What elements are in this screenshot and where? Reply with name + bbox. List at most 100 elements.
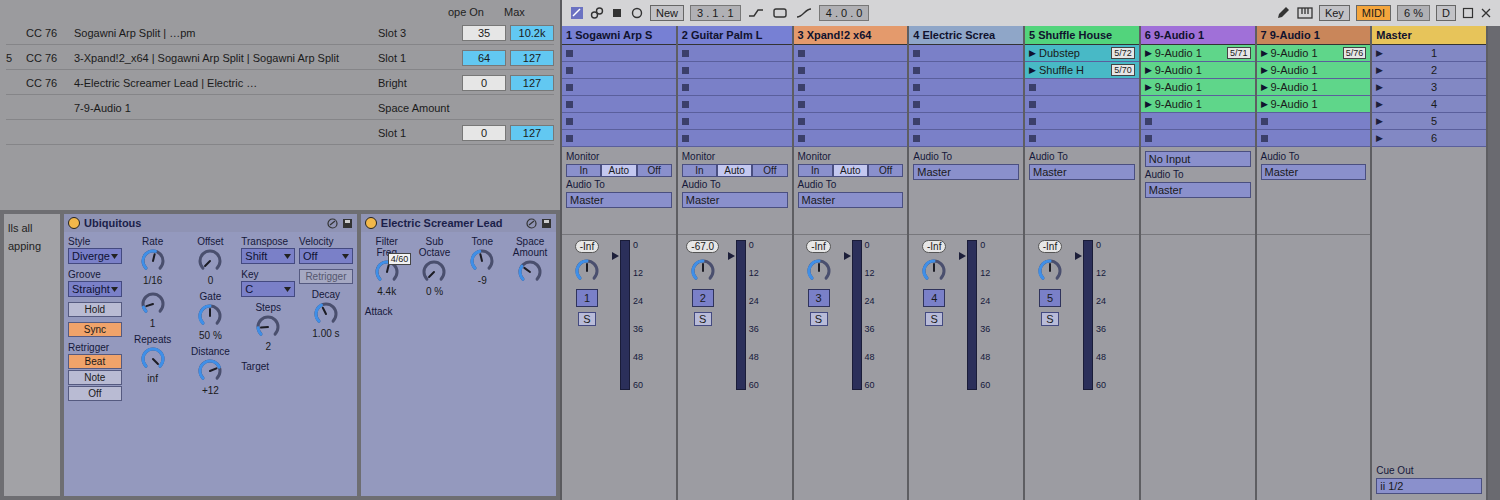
empty-clip-slot[interactable]: [1257, 130, 1371, 147]
toggle-button[interactable]: Sync: [68, 322, 122, 337]
slot-stop-icon[interactable]: [913, 67, 920, 74]
max-value-field[interactable]: 10.2k: [510, 25, 554, 41]
dropdown[interactable]: Off: [299, 248, 353, 264]
clip-play-button[interactable]: ▶: [1145, 65, 1152, 75]
slot-stop-icon[interactable]: [798, 84, 805, 91]
track-activator-button[interactable]: 5: [1039, 289, 1061, 307]
midi-map-button[interactable]: MIDI: [1356, 5, 1391, 21]
empty-clip-slot[interactable]: [794, 113, 908, 130]
slot-stop-icon[interactable]: [798, 101, 805, 108]
clip[interactable]: ▶ Shuffle H 5/70: [1025, 62, 1139, 79]
audio-to-dropdown[interactable]: Master: [682, 192, 788, 208]
empty-clip-slot[interactable]: [1257, 113, 1371, 130]
slot-stop-icon[interactable]: [566, 135, 573, 142]
clip[interactable]: ▶ 9-Audio 1 5/76: [1257, 45, 1371, 62]
slot-stop-icon[interactable]: [1029, 84, 1036, 91]
empty-clip-slot[interactable]: [794, 96, 908, 113]
fader-handle-icon[interactable]: [844, 252, 851, 260]
automation-icon[interactable]: [747, 6, 765, 20]
empty-clip-slot[interactable]: [678, 62, 792, 79]
empty-clip-slot[interactable]: [909, 45, 1023, 62]
slot-stop-icon[interactable]: [566, 67, 573, 74]
volume-readout[interactable]: -Inf: [922, 240, 946, 253]
knob-icon[interactable]: [197, 358, 223, 384]
clip-play-button[interactable]: ▶: [1261, 65, 1268, 75]
clip-play-button[interactable]: ▶: [1261, 48, 1268, 58]
empty-clip-slot[interactable]: [1025, 96, 1139, 113]
dropdown[interactable]: Shift: [241, 248, 295, 264]
scene-play-button[interactable]: ▶: [1376, 48, 1383, 58]
empty-clip-slot[interactable]: [678, 113, 792, 130]
clip[interactable]: ▶ 9-Audio 1: [1257, 62, 1371, 79]
max-value-field[interactable]: 127: [510, 50, 554, 66]
scene-launch[interactable]: ▶ 5: [1372, 113, 1486, 130]
monitor-option[interactable]: Auto: [717, 164, 752, 177]
volume-readout[interactable]: -Inf: [806, 240, 830, 253]
knob-icon[interactable]: [806, 258, 832, 284]
knob-icon[interactable]: [197, 303, 223, 329]
empty-clip-slot[interactable]: [562, 130, 676, 147]
audio-to-dropdown[interactable]: Master: [1261, 164, 1367, 180]
slot-stop-icon[interactable]: [1029, 135, 1036, 142]
slot-stop-icon[interactable]: [798, 135, 805, 142]
monitor-option[interactable]: In: [798, 164, 833, 177]
clip[interactable]: ▶ 9-Audio 1 5/71: [1141, 45, 1255, 62]
monitor-option[interactable]: In: [566, 164, 601, 177]
clip[interactable]: ▶ 9-Audio 1: [1257, 96, 1371, 113]
scene-play-button[interactable]: ▶: [1376, 116, 1383, 126]
fader-handle-icon[interactable]: [1075, 252, 1082, 260]
solo-button[interactable]: S: [810, 312, 828, 326]
clip-play-button[interactable]: ▶: [1029, 48, 1036, 58]
monitor-option[interactable]: Off: [752, 164, 787, 177]
scene-launch[interactable]: ▶ 1: [1372, 45, 1486, 62]
empty-clip-slot[interactable]: [1141, 130, 1255, 147]
knob-icon[interactable]: [690, 258, 716, 284]
slot-stop-icon[interactable]: [1145, 118, 1152, 125]
min-value-field[interactable]: 0: [462, 75, 506, 91]
slot-stop-icon[interactable]: [1261, 135, 1268, 142]
slot-stop-icon[interactable]: [1029, 118, 1036, 125]
empty-clip-slot[interactable]: [794, 62, 908, 79]
scene-play-button[interactable]: ▶: [1376, 99, 1383, 109]
maximize-icon[interactable]: [1462, 7, 1474, 19]
knob-icon[interactable]: [140, 291, 166, 317]
solo-button[interactable]: S: [925, 312, 943, 326]
toggle-button[interactable]: Retrigger: [299, 269, 353, 284]
slot-stop-icon[interactable]: [566, 118, 573, 125]
empty-clip-slot[interactable]: [562, 62, 676, 79]
slot-stop-icon[interactable]: [1029, 101, 1036, 108]
empty-clip-slot[interactable]: [562, 79, 676, 96]
slot-stop-icon[interactable]: [913, 101, 920, 108]
volume-meter[interactable]: 01224364860: [612, 240, 672, 390]
record-icon[interactable]: [630, 6, 644, 20]
audio-to-dropdown[interactable]: Master: [913, 164, 1019, 180]
volume-readout[interactable]: -Inf: [1038, 240, 1062, 253]
knob-icon[interactable]: [421, 259, 447, 285]
empty-clip-slot[interactable]: [909, 130, 1023, 147]
track-header[interactable]: 7 9-Audio 1: [1257, 26, 1371, 45]
knob-icon[interactable]: [921, 258, 947, 284]
min-value-field[interactable]: 64: [462, 50, 506, 66]
clip-play-button[interactable]: ▶: [1261, 82, 1268, 92]
empty-clip-slot[interactable]: [1025, 79, 1139, 96]
slot-stop-icon[interactable]: [1261, 118, 1268, 125]
knob-icon[interactable]: [517, 259, 543, 285]
track-header[interactable]: 3 Xpand!2 x64: [794, 26, 908, 45]
knob-icon[interactable]: [1037, 258, 1063, 284]
monitor-option[interactable]: Off: [637, 164, 672, 177]
empty-clip-slot[interactable]: [1025, 130, 1139, 147]
dropdown[interactable]: Straight: [68, 281, 122, 297]
scene-launch[interactable]: ▶ 4: [1372, 96, 1486, 113]
link-icon[interactable]: [590, 6, 604, 20]
empty-clip-slot[interactable]: [562, 45, 676, 62]
solo-button[interactable]: S: [1041, 312, 1059, 326]
track-activator-button[interactable]: 2: [692, 289, 714, 307]
monitor-option[interactable]: Auto: [833, 164, 868, 177]
clip[interactable]: ▶ Dubstep 5/72: [1025, 45, 1139, 62]
power-icon[interactable]: [365, 217, 377, 229]
toggle-button[interactable]: Hold: [68, 302, 122, 317]
empty-clip-slot[interactable]: [1025, 113, 1139, 130]
save-icon[interactable]: [342, 218, 353, 229]
empty-clip-slot[interactable]: [909, 113, 1023, 130]
empty-clip-slot[interactable]: [678, 130, 792, 147]
